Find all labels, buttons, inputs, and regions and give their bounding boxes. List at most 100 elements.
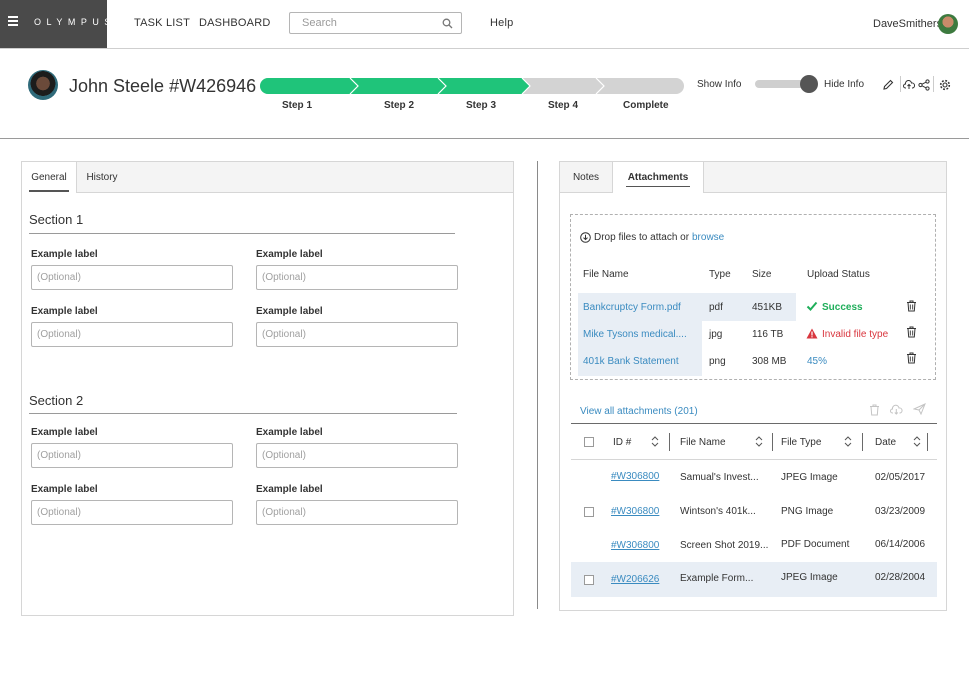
row-file-name: Example Form... — [680, 573, 754, 584]
step-progress-bar — [260, 78, 684, 94]
tab-divider — [703, 162, 704, 193]
row-file-name: Wintson's 401k... — [680, 506, 756, 517]
sort-icon[interactable] — [844, 436, 852, 447]
nav-help[interactable]: Help — [490, 17, 513, 29]
browse-link[interactable]: browse — [692, 232, 724, 243]
row-file-type: PDF Document — [781, 539, 850, 550]
record-avatar — [28, 70, 58, 100]
text-input[interactable] — [32, 501, 232, 524]
nav-divider — [0, 48, 969, 49]
active-tab-indicator — [29, 190, 69, 192]
action-divider — [900, 76, 901, 92]
view-all-attachments-link[interactable]: View all attachments (201) — [580, 406, 698, 417]
upload-file-type: pdf — [709, 302, 723, 313]
sort-icon[interactable] — [913, 436, 921, 447]
row-file-name: Screen Shot 2019... — [680, 540, 769, 551]
column-header-id[interactable]: ID # — [613, 437, 631, 448]
general-panel: General History — [21, 161, 514, 616]
upload-file-name[interactable]: 401k Bank Statement — [583, 356, 679, 367]
column-separator — [927, 433, 928, 451]
share-icon[interactable] — [918, 79, 930, 91]
text-input[interactable] — [257, 444, 457, 467]
step-3-label: Step 3 — [466, 100, 497, 111]
search-box — [289, 12, 462, 34]
text-field — [256, 322, 458, 347]
upload-file-size: 451KB — [752, 302, 783, 313]
sort-icon[interactable] — [755, 436, 763, 447]
cloud-download-icon[interactable] — [890, 404, 903, 415]
upload-file-size: 116 TB — [752, 329, 784, 340]
gear-icon[interactable] — [939, 79, 951, 91]
download-circle-icon — [580, 232, 591, 243]
text-input[interactable] — [32, 323, 232, 346]
row-file-type: JPEG Image — [781, 472, 838, 483]
user-avatar[interactable] — [938, 14, 958, 34]
column-separator — [772, 433, 773, 451]
nav-task-list[interactable]: TASK LIST — [134, 17, 190, 29]
trash-icon[interactable] — [906, 352, 917, 364]
column-header-date[interactable]: Date — [875, 437, 896, 448]
section-2-divider — [29, 413, 457, 414]
row-id-link[interactable]: #W306800 — [611, 540, 659, 551]
upload-file-name[interactable]: Mike Tysons medical.... — [583, 329, 687, 340]
text-field — [31, 443, 233, 468]
upload-status-progress: 45% — [807, 356, 828, 367]
active-tab-indicator — [626, 186, 690, 187]
step-1-label: Step 1 — [282, 100, 313, 111]
step-2-label: Step 2 — [384, 100, 415, 111]
info-toggle-knob[interactable] — [800, 75, 818, 93]
tab-attachments[interactable]: Attachments — [613, 162, 703, 194]
hamburger-menu-icon[interactable] — [8, 16, 18, 28]
text-input[interactable] — [257, 501, 457, 524]
tab-divider — [76, 162, 77, 193]
field-label: Example label — [31, 484, 98, 495]
text-input[interactable] — [32, 266, 232, 289]
edit-icon[interactable] — [882, 79, 894, 91]
right-tab-bar: Notes Attachments — [560, 162, 946, 194]
upload-header-type: Type — [709, 269, 731, 280]
section-2-title: Section 2 — [29, 393, 84, 408]
text-field — [31, 265, 233, 290]
tab-attachments-label: Attachments — [627, 172, 689, 183]
upload-header-file-name: File Name — [583, 269, 629, 280]
text-field — [31, 322, 233, 347]
tab-history[interactable]: History — [78, 162, 126, 193]
row-date: 06/14/2006 — [875, 539, 926, 550]
trash-icon[interactable] — [906, 326, 917, 338]
search-input[interactable] — [290, 13, 430, 33]
text-input[interactable] — [32, 444, 232, 467]
trash-icon[interactable] — [869, 404, 880, 416]
trash-icon[interactable] — [906, 300, 917, 312]
user-name[interactable]: DaveSmithers — [873, 18, 942, 30]
column-separator — [669, 433, 670, 451]
row-file-type: JPEG Image — [781, 572, 838, 583]
text-field — [256, 265, 458, 290]
send-icon[interactable] — [913, 403, 926, 415]
show-info-label[interactable]: Show Info — [697, 79, 741, 90]
row-id-link[interactable]: #W306800 — [611, 471, 659, 482]
row-date: 02/05/2017 — [875, 472, 926, 483]
nav-dashboard[interactable]: DASHBOARD — [199, 17, 270, 29]
hide-info-label[interactable]: Hide Info — [824, 79, 864, 90]
row-id-link[interactable]: #W306800 — [611, 506, 659, 517]
text-field — [256, 443, 458, 468]
column-header-file-name[interactable]: File Name — [680, 437, 726, 448]
tab-notes[interactable]: Notes — [560, 162, 612, 193]
cloud-upload-icon[interactable] — [903, 79, 915, 90]
section-1-divider — [29, 233, 455, 234]
row-id-link[interactable]: #W206626 — [611, 574, 659, 585]
search-icon[interactable] — [442, 18, 453, 29]
drop-files-text: Drop files to attach or — [594, 232, 690, 243]
field-label: Example label — [256, 306, 323, 317]
text-input[interactable] — [257, 323, 457, 346]
upload-file-name[interactable]: Bankcruptcy Form.pdf — [583, 302, 681, 313]
row-checkbox[interactable] — [584, 575, 594, 585]
brand-logo[interactable]: OLYMPUS — [34, 17, 116, 27]
select-all-checkbox[interactable] — [584, 437, 594, 447]
row-checkbox[interactable] — [584, 507, 594, 517]
column-header-file-type[interactable]: File Type — [781, 437, 821, 448]
text-input[interactable] — [257, 266, 457, 289]
tab-general[interactable]: General — [22, 162, 76, 194]
sort-icon[interactable] — [651, 436, 659, 447]
header-divider — [0, 138, 969, 139]
